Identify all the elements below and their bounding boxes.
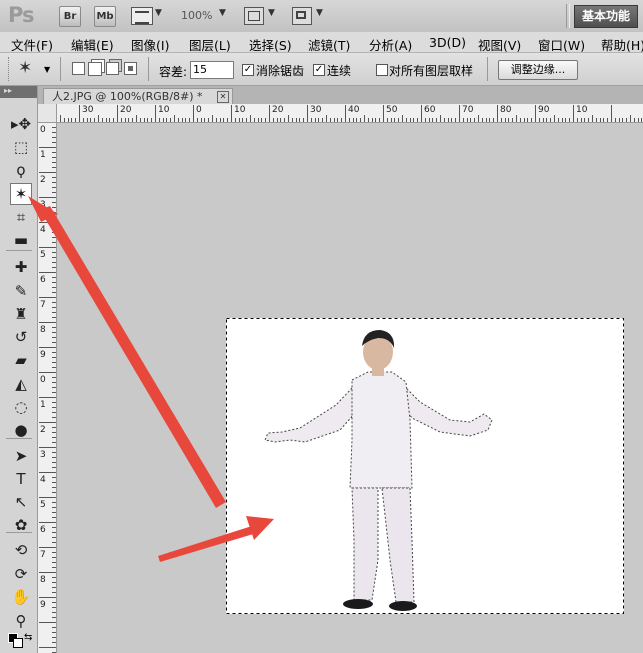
- person-figure: [264, 371, 493, 603]
- canvas-overlay: [28, 196, 624, 614]
- person-neck: [372, 368, 384, 376]
- left-shoe: [343, 599, 373, 609]
- arrow-to-canvas-head: [246, 516, 274, 540]
- jacket: [349, 371, 413, 489]
- annotation-arrows: [28, 196, 274, 562]
- selection-marquee: [226, 318, 624, 614]
- right-arm: [401, 384, 493, 437]
- arrow-to-canvas-shaft: [158, 524, 260, 562]
- left-arm: [264, 386, 357, 443]
- right-shoe: [389, 601, 417, 611]
- right-leg: [381, 487, 415, 603]
- ruler-origin[interactable]: [38, 104, 57, 123]
- arrow-to-tool-shaft: [40, 206, 226, 508]
- left-leg: [351, 487, 379, 601]
